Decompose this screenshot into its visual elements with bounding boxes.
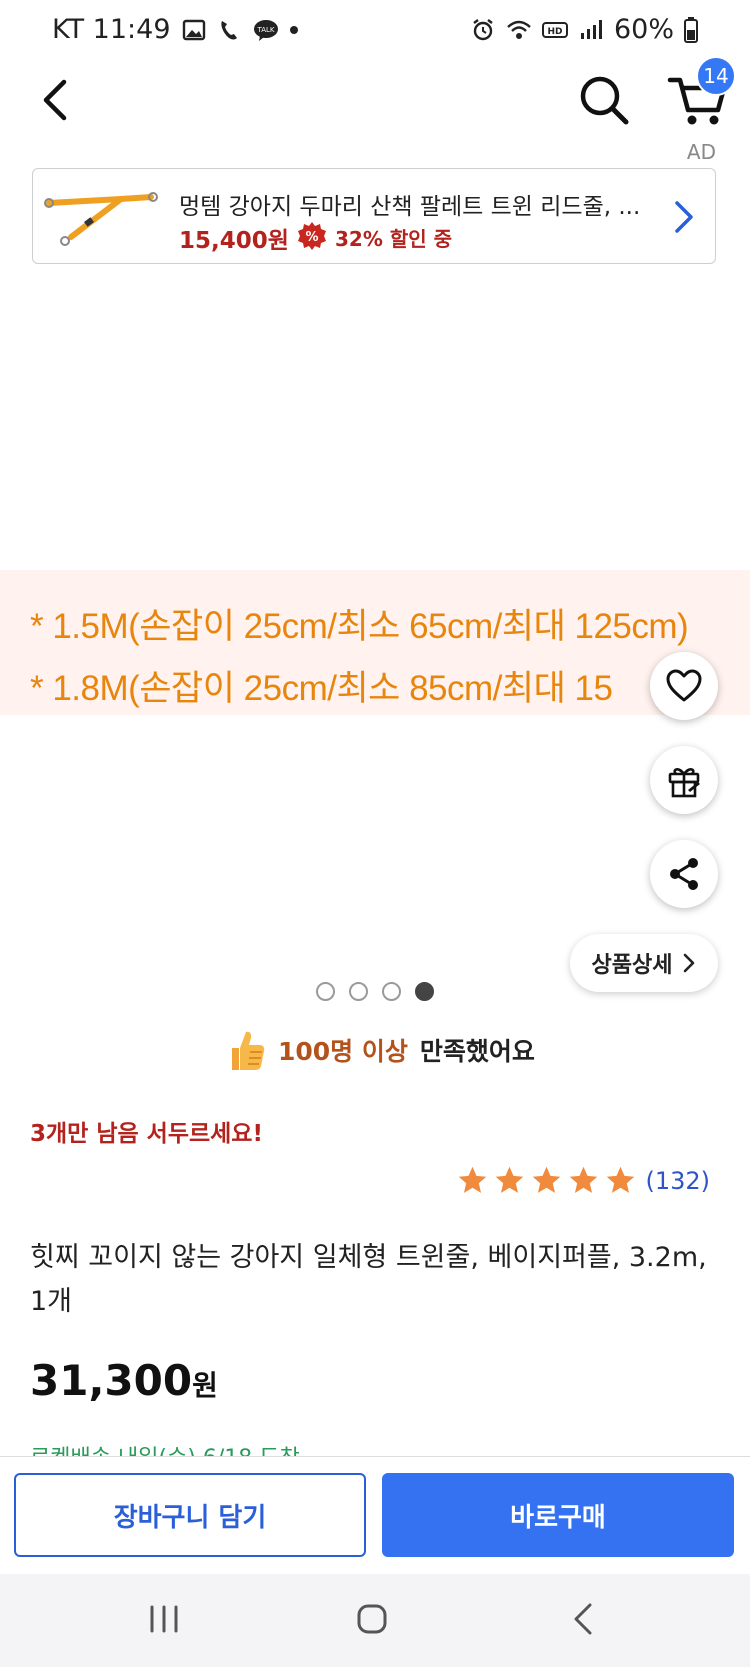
ad-banner[interactable]: 멍템 강아지 두마리 산책 팔레트 트윈 리드줄, ... 15,400원 % … — [32, 168, 716, 264]
heart-icon — [666, 669, 702, 702]
signal-icon — [580, 19, 602, 39]
product-detail-label: 상품상세 — [591, 953, 673, 978]
satisfaction-text: 만족했어요 — [419, 1037, 535, 1066]
hd-icon: HD — [541, 21, 568, 38]
alarm-icon — [473, 18, 493, 40]
stock-warning: 3개만 남음 서두르세요! — [30, 1121, 263, 1147]
chevron-right-icon — [684, 953, 695, 973]
star-icon — [570, 1166, 598, 1193]
star-icon — [607, 1166, 635, 1193]
search-button[interactable] — [572, 68, 636, 132]
gift-button[interactable] — [650, 746, 718, 814]
system-navigation-bar — [0, 1574, 750, 1667]
back-button[interactable] — [24, 68, 88, 132]
wifi-icon — [507, 20, 531, 39]
ad-title: 멍템 강아지 두마리 산책 팔레트 트윈 리드줄, ... — [179, 194, 641, 220]
discount-badge-symbol: % — [305, 230, 318, 245]
app-header: 14 — [0, 56, 750, 164]
satisfaction-banner: 100명 이상 만족했어요 — [226, 1026, 535, 1074]
satisfaction-count: 100명 이상 — [278, 1037, 408, 1066]
star-icon — [533, 1166, 561, 1193]
svg-text:HD: HD — [547, 27, 562, 37]
ad-discount: 32% 할인 중 — [335, 227, 452, 251]
star-icon — [459, 1166, 487, 1193]
gift-icon — [668, 768, 700, 798]
discount-badge-icon: % — [298, 222, 326, 250]
ad-product-thumbnail — [44, 192, 158, 246]
whowho-icon — [220, 20, 237, 39]
bottom-action-bar: 장바구니 담기 바로구매 — [0, 1456, 750, 1574]
review-count[interactable]: (132) — [645, 1167, 710, 1195]
home-button[interactable] — [342, 1596, 402, 1642]
status-bar: KT 11:49 TALK HD 60% — [0, 0, 750, 64]
battery-level: 60% — [613, 14, 674, 45]
kakaotalk-icon: TALK — [253, 19, 278, 41]
size-info-line-1: * 1.5M(손잡이 25cm/최소 65cm/최대 125cm) — [30, 607, 689, 646]
like-button[interactable] — [650, 652, 718, 720]
battery-icon — [684, 16, 698, 43]
add-to-cart-button[interactable]: 장바구니 담기 — [14, 1473, 366, 1557]
carousel-dot[interactable] — [382, 982, 401, 1001]
dot-icon — [289, 25, 298, 34]
carousel-dot-active[interactable] — [415, 982, 434, 1001]
carousel-dot[interactable] — [349, 982, 368, 1001]
share-button[interactable] — [650, 840, 718, 908]
carousel-page-indicator — [316, 982, 434, 1001]
search-icon — [580, 76, 629, 125]
cart-count-badge: 14 — [696, 56, 736, 96]
carousel-dot[interactable] — [316, 982, 335, 1001]
rating-summary[interactable]: (132) — [456, 1164, 710, 1197]
buy-now-button[interactable]: 바로구매 — [382, 1473, 734, 1557]
chevron-right-icon — [675, 201, 693, 233]
ad-label: AD — [686, 140, 716, 164]
recents-button[interactable] — [134, 1596, 194, 1642]
product-price: 31,300원 — [30, 1356, 218, 1405]
back-arrow-icon — [43, 79, 67, 121]
product-name: 힛찌 꼬이지 않는 강아지 일체형 트윈줄, 베이지퍼플, 3.2m, 1개 — [30, 1242, 707, 1317]
system-back-button[interactable] — [554, 1596, 614, 1642]
gallery-icon — [182, 19, 205, 40]
star-icon — [496, 1166, 524, 1193]
size-info-line-2-text: * 1.8M(손잡이 25cm/최소 85cm/최대 15 — [30, 669, 613, 708]
ad-price: 15,400원 — [179, 228, 289, 254]
share-icon — [670, 858, 698, 890]
price-value: 31,300 — [30, 1356, 193, 1405]
recents-icon — [150, 1605, 178, 1633]
carrier-time: KT 11:49 — [52, 14, 171, 45]
size-info-line-2: * 1.8M(손잡이 25cm/최소 85cm/최대 15) — [30, 660, 668, 711]
thumbs-up-icon — [232, 1031, 265, 1070]
home-icon — [357, 1604, 387, 1634]
back-icon — [574, 1603, 592, 1635]
svg-text:TALK: TALK — [256, 26, 274, 34]
product-detail-button[interactable]: 상품상세 — [570, 934, 718, 992]
price-unit: 원 — [192, 1369, 218, 1402]
